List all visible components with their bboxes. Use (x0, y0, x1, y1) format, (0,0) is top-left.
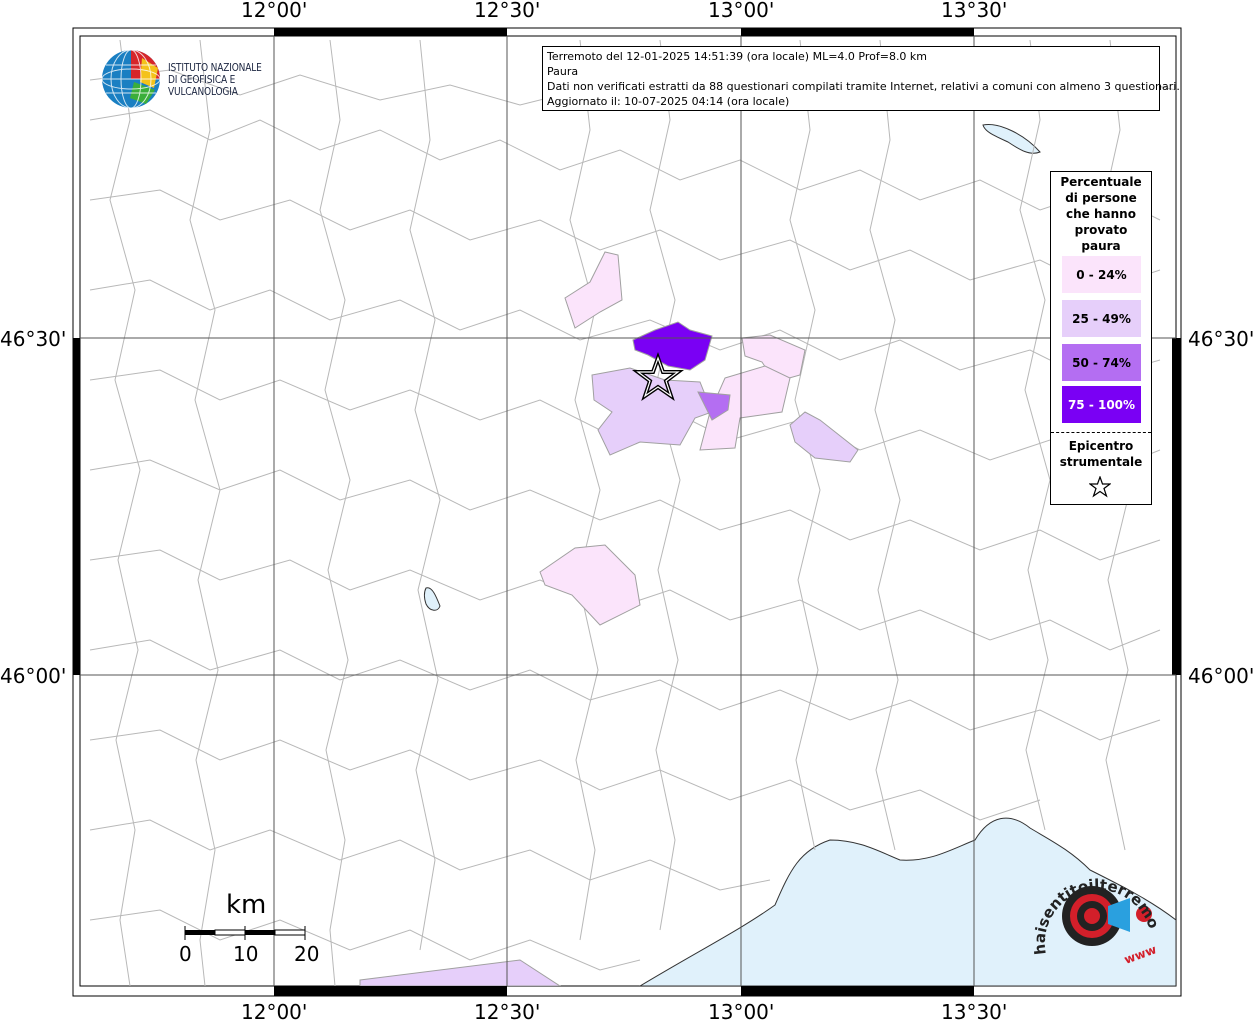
scale-graphic (184, 926, 306, 940)
legend-title-line: Percentuale (1060, 175, 1142, 189)
hst-sub: www (1122, 942, 1158, 967)
frame-bar-top (274, 28, 507, 36)
lon-label-top: 13°30' (941, 0, 1008, 22)
ingv-logo: ISTITUTO NAZIONALE DI GEOFISICA E VULCAN… (100, 48, 320, 110)
data-note: Dati non verificati estratti da 88 quest… (547, 80, 1180, 93)
lat-label-right: 46°00' (1188, 664, 1254, 688)
frame-bar-bottom (274, 986, 507, 996)
logo-line-1: ISTITUTO NAZIONALE (168, 62, 262, 74)
legend-title-line: di persone (1065, 191, 1137, 205)
lon-label-top: 13°00' (708, 0, 775, 22)
lon-label-bottom: 12°30' (474, 1000, 541, 1024)
legend-class-50-74: 50 - 74% (1062, 344, 1141, 381)
legend-epicenter-label: Epicentro strumentale (1051, 438, 1151, 470)
legend-divider (1051, 432, 1151, 433)
frame-bar-right (1172, 338, 1181, 675)
legend-title-line: paura (1081, 239, 1121, 253)
lon-label-bottom: 13°30' (941, 1000, 1008, 1024)
lon-label-top: 12°30' (474, 0, 541, 22)
legend-class-0-24: 0 - 24% (1062, 256, 1141, 293)
legend-title-line: provato (1074, 223, 1128, 237)
legend: Percentuale di persone che hanno provato… (1050, 171, 1152, 505)
legend-class-25-49: 25 - 49% (1062, 300, 1141, 337)
scale-label: 10 (233, 942, 259, 966)
legend-class-75-100: 75 - 100% (1062, 386, 1141, 423)
updated-time: Aggiornato il: 10-07-2025 04:14 (ora loc… (547, 95, 790, 108)
scale-label: 20 (294, 942, 320, 966)
globe-icon (101, 49, 161, 109)
lat-label-left: 46°30' (0, 327, 67, 351)
scale-label: 0 (179, 942, 192, 966)
event-info-box: Terremoto del 12-01-2025 14:51:39 (ora l… (542, 46, 1180, 111)
frame-bar-left (73, 338, 80, 675)
hai-sentito-logo: haisentitoilterremoto.it www (1023, 848, 1168, 972)
scale-bar: km 0 10 20 (170, 890, 340, 970)
map-parameter: Paura (547, 65, 579, 78)
legend-epicenter-line: Epicentro (1068, 439, 1134, 453)
legend-title: Percentuale di persone che hanno provato… (1051, 174, 1151, 254)
logo-line-2: DI GEOFISICA E VULCANOLOGIA (168, 74, 238, 98)
lon-label-bottom: 12°00' (241, 1000, 308, 1024)
target-icon: haisentitoilterremoto.it www (1023, 848, 1163, 967)
lat-label-right: 46°30' (1188, 327, 1254, 351)
star-icon (1089, 476, 1111, 498)
legend-title-line: che hanno (1066, 207, 1136, 221)
frame-bar-top (741, 28, 974, 36)
frame-bar-bottom (741, 986, 974, 996)
lat-label-left: 46°00' (0, 664, 67, 688)
lon-label-bottom: 13°00' (708, 1000, 775, 1024)
lon-label-top: 12°00' (241, 0, 308, 22)
legend-epicenter-line: strumentale (1059, 455, 1143, 469)
event-title: Terremoto del 12-01-2025 14:51:39 (ora l… (547, 50, 928, 63)
